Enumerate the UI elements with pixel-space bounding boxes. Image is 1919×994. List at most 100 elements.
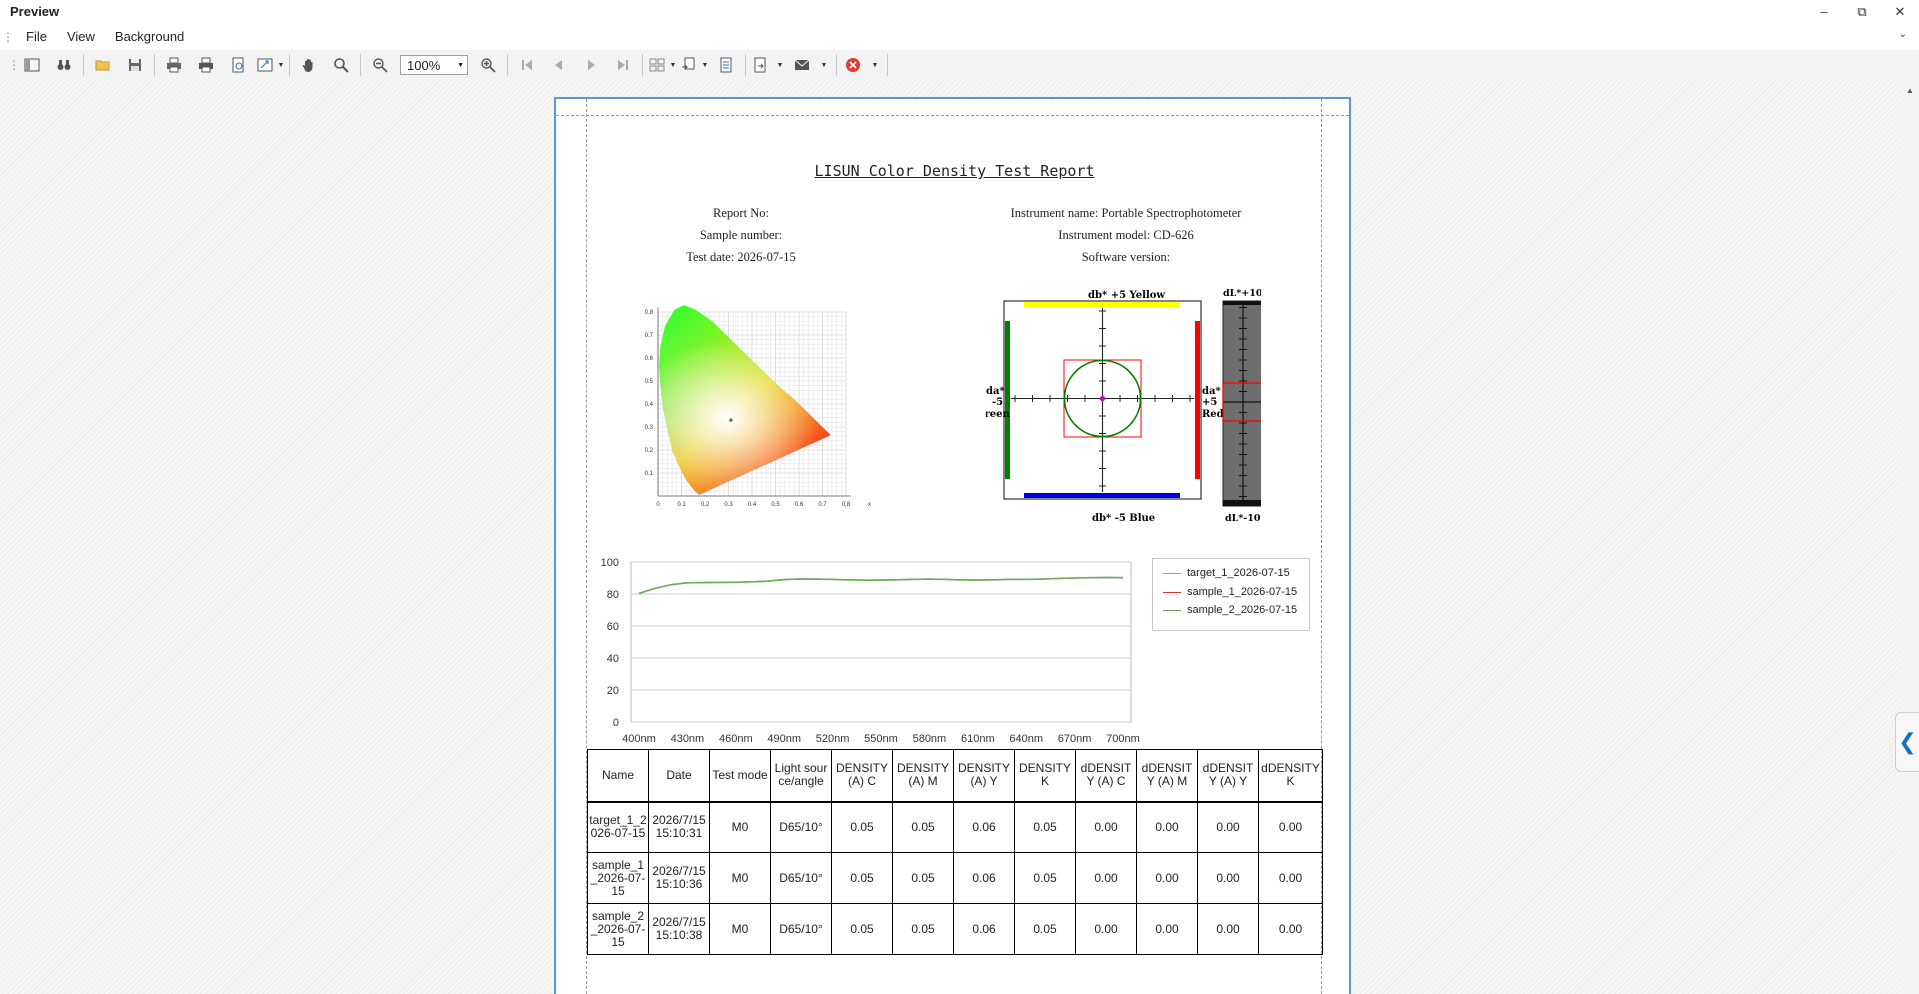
y-tick-label: 40 <box>607 653 619 665</box>
first-page-button[interactable] <box>511 52 543 78</box>
software-version: Software version: <box>1081 250 1171 264</box>
search-button[interactable] <box>48 52 80 78</box>
table-cell: 0.00 <box>1197 852 1259 904</box>
page-setup-button[interactable] <box>222 52 254 78</box>
column-header: dDENSITY (A) Y <box>1197 749 1259 803</box>
scale-dropdown-icon[interactable]: ▼ <box>276 52 286 78</box>
table-cell: 0.00 <box>1197 903 1259 955</box>
continuous-dropdown-icon[interactable]: ▼ <box>700 52 710 78</box>
document-map-button[interactable] <box>16 52 48 78</box>
table-cell: 2026/7/15 15:10:31 <box>648 801 710 853</box>
quick-print-button[interactable] <box>190 52 222 78</box>
previous-page-button[interactable] <box>543 52 575 78</box>
table-cell: 0.06 <box>953 852 1015 904</box>
hand-icon <box>302 59 313 72</box>
column-header: dDENSITY (A) M <box>1136 749 1198 803</box>
email-dropdown-icon[interactable]: ▼ <box>815 52 833 78</box>
multiple-pages-button[interactable] <box>646 52 668 78</box>
dl-bottom-label: dL*-10 <box>1225 513 1261 524</box>
menu-grip-icon: ⋮ <box>2 29 14 44</box>
report-meta-left: Report No: Sample number: Test date: 202… <box>626 202 856 268</box>
menu-file[interactable]: File <box>16 29 57 44</box>
lab-right-label-1: da* <box>1202 386 1221 397</box>
next-page-button[interactable] <box>575 52 607 78</box>
toolbar-grip-icon: ⋮ <box>8 58 20 72</box>
y-tick-label: 100 <box>601 557 619 569</box>
table-cell: M0 <box>709 852 771 904</box>
table-cell: M0 <box>709 903 771 955</box>
table-body: target_1_2026-07-15 2026/7/15 15:10:31 M0 D… <box>587 801 1323 955</box>
report-title: LISUN Color Density Test Report <box>814 162 1095 180</box>
page-layout-button[interactable] <box>710 52 742 78</box>
table-cell: 2026/7/15 15:10:38 <box>648 903 710 955</box>
density-table: Name Date Test mode Light source/angle DENSI… <box>587 749 1323 955</box>
print-button[interactable] <box>158 52 190 78</box>
previous-page-icon <box>555 60 562 70</box>
close-preview-button[interactable] <box>840 52 866 78</box>
send-email-button[interactable] <box>789 52 815 78</box>
x-tick-label: 430nm <box>671 733 705 742</box>
x-tick-label: 580nm <box>913 733 947 742</box>
hand-tool-button[interactable] <box>293 52 325 78</box>
window-title: Preview <box>10 4 60 19</box>
continuous-button[interactable] <box>678 52 700 78</box>
table-cell: sample_1_2026-07-15 <box>587 852 649 904</box>
dl-top-label: dL*+10 <box>1223 289 1261 299</box>
lab-top-label: db* +5 Yellow <box>1088 290 1165 301</box>
open-button[interactable] <box>87 52 119 78</box>
scroll-up-icon[interactable]: ▲ <box>1906 86 1914 95</box>
column-header: Name <box>587 749 649 803</box>
vertical-scrollbar[interactable]: ▲ <box>1902 80 1919 994</box>
side-panel-toggle[interactable]: ❮ <box>1895 712 1919 772</box>
magnifier-button[interactable] <box>325 52 357 78</box>
column-header: Light source/angle <box>770 749 832 803</box>
zoom-out-button[interactable] <box>364 52 396 78</box>
export-dropdown-icon[interactable]: ▼ <box>771 52 789 78</box>
table-cell: 0.06 <box>953 903 1015 955</box>
column-header: dDENSITY (A) C <box>1075 749 1137 803</box>
menu-bar: ⋮ File View Background ⌄ <box>0 23 1919 50</box>
table-cell: 0.00 <box>1136 801 1198 853</box>
table-cell: 0.00 <box>1075 903 1137 955</box>
table-cell: 0.00 <box>1075 852 1137 904</box>
table-row: sample_2_2026-07-15 2026/7/15 15:10:38 M0 D… <box>587 903 1323 955</box>
table-cell: D65/10° <box>770 801 832 853</box>
export-icon <box>754 57 766 73</box>
menu-chevron-down-icon[interactable]: ⌄ <box>1899 29 1907 40</box>
table-cell: 0.05 <box>1014 852 1076 904</box>
scale-button[interactable] <box>254 52 276 78</box>
zoom-value: 100% <box>407 57 441 73</box>
menu-background[interactable]: Background <box>105 29 194 44</box>
menu-view[interactable]: View <box>57 29 105 44</box>
multiple-pages-dropdown-icon[interactable]: ▼ <box>668 52 678 78</box>
toolbar-separator <box>154 54 155 76</box>
restore-button[interactable]: ⧉ <box>1843 0 1881 23</box>
toolbar-separator <box>83 54 84 76</box>
green-bar <box>1005 321 1010 479</box>
close-button[interactable]: ✕ <box>1881 0 1919 23</box>
zoom-select[interactable]: 100% ▼ <box>400 55 468 75</box>
save-button[interactable] <box>119 52 151 78</box>
column-header: DENSITY K <box>1014 749 1076 803</box>
toolbar-separator <box>745 54 746 76</box>
export-button[interactable] <box>749 52 771 78</box>
table-cell: 0.06 <box>953 801 1015 853</box>
minimize-button[interactable]: – <box>1805 0 1843 23</box>
cie-x-tick-label: 0.2 <box>701 502 710 508</box>
x-tick-label: 610nm <box>961 733 995 742</box>
cie-y-tick-label: 0.2 <box>645 448 654 454</box>
quick-print-icon <box>199 57 213 73</box>
x-tick-label: 700nm <box>1106 733 1140 742</box>
table-cell: 0.00 <box>1258 903 1323 955</box>
last-page-button[interactable] <box>607 52 639 78</box>
instrument-model: Instrument model: CD-626 <box>1058 228 1194 242</box>
zoom-in-button[interactable] <box>472 52 504 78</box>
toolbar-separator <box>887 54 888 76</box>
cie-x-tick-label: 0.4 <box>748 502 757 508</box>
table-cell: 0.05 <box>1014 801 1076 853</box>
table-row: sample_1_2026-07-15 2026/7/15 15:10:36 M0 D… <box>587 852 1323 904</box>
column-header: Date <box>648 749 710 803</box>
close-preview-dropdown-icon[interactable]: ▼ <box>866 52 884 78</box>
table-header-row: Name Date Test mode Light source/angle DENSI… <box>587 749 1323 803</box>
x-tick-label: 400nm <box>622 733 656 742</box>
